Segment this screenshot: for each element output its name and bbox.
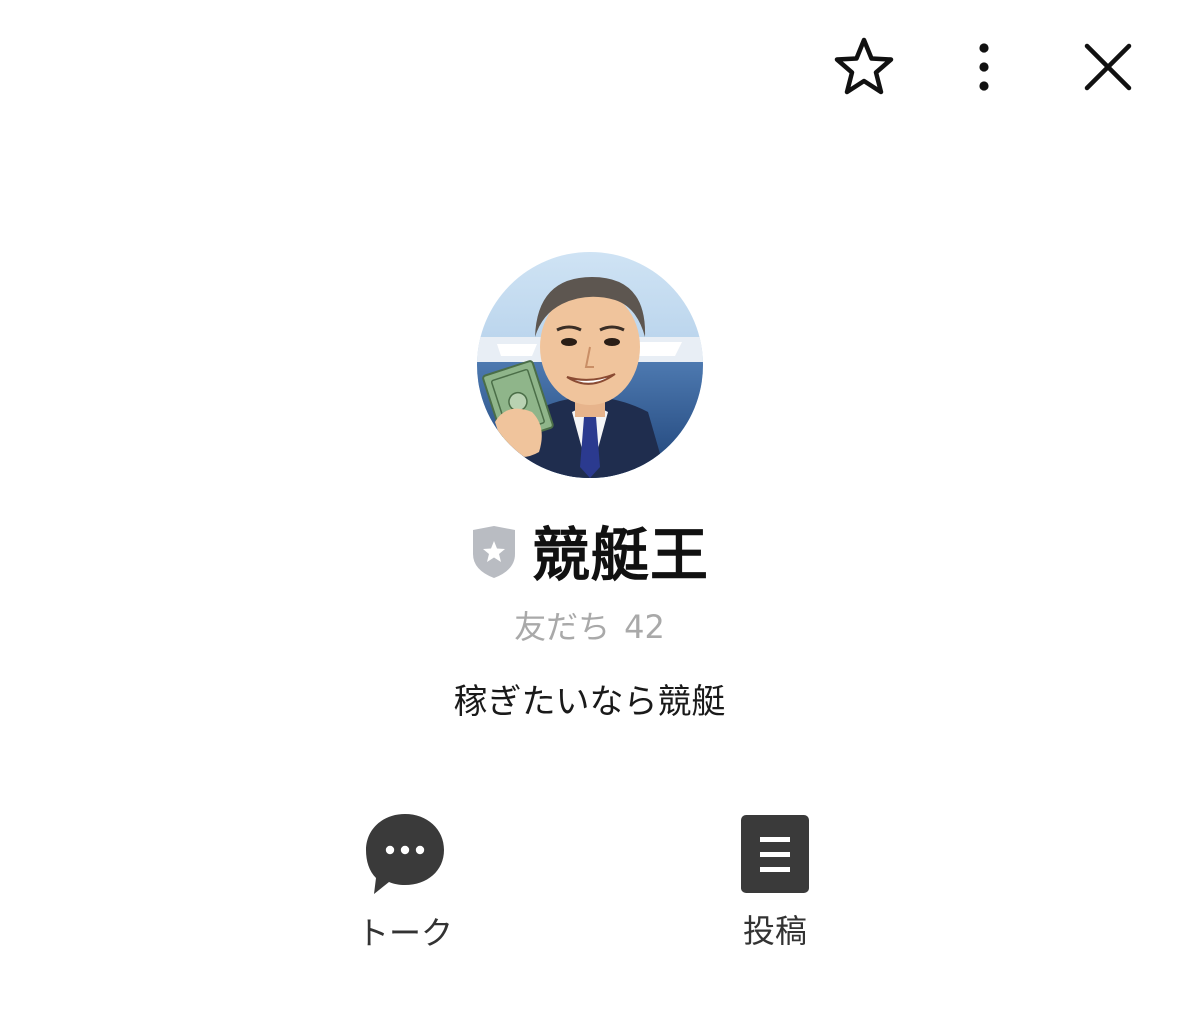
more-vertical-icon: [979, 43, 989, 91]
close-icon: [1084, 43, 1132, 91]
close-button[interactable]: [1078, 38, 1138, 96]
post-button[interactable]: 投稿: [700, 812, 850, 952]
friends-count: 42: [624, 608, 665, 646]
more-options-button[interactable]: [960, 38, 1008, 96]
post-label: 投稿: [742, 912, 807, 950]
friends-label: 友だち: [514, 608, 611, 646]
star-outline-icon: [834, 37, 894, 95]
top-bar: [0, 0, 1179, 130]
avatar-illustration: [477, 252, 703, 478]
chat-bubble-icon: [366, 814, 444, 894]
profile-avatar[interactable]: [477, 252, 703, 478]
profile-name-row: 競艇王: [0, 510, 1179, 590]
profile-name: 競艇王: [531, 521, 709, 589]
shield-star-icon: [472, 526, 515, 578]
talk-button[interactable]: トーク: [330, 812, 480, 954]
post-list-icon: [741, 815, 809, 893]
favorite-button[interactable]: [828, 34, 900, 100]
status-message: 稼ぎたいなら競艇: [453, 682, 726, 722]
friends-count-line: 友だち 42: [0, 602, 1179, 648]
talk-label: トーク: [356, 914, 453, 952]
